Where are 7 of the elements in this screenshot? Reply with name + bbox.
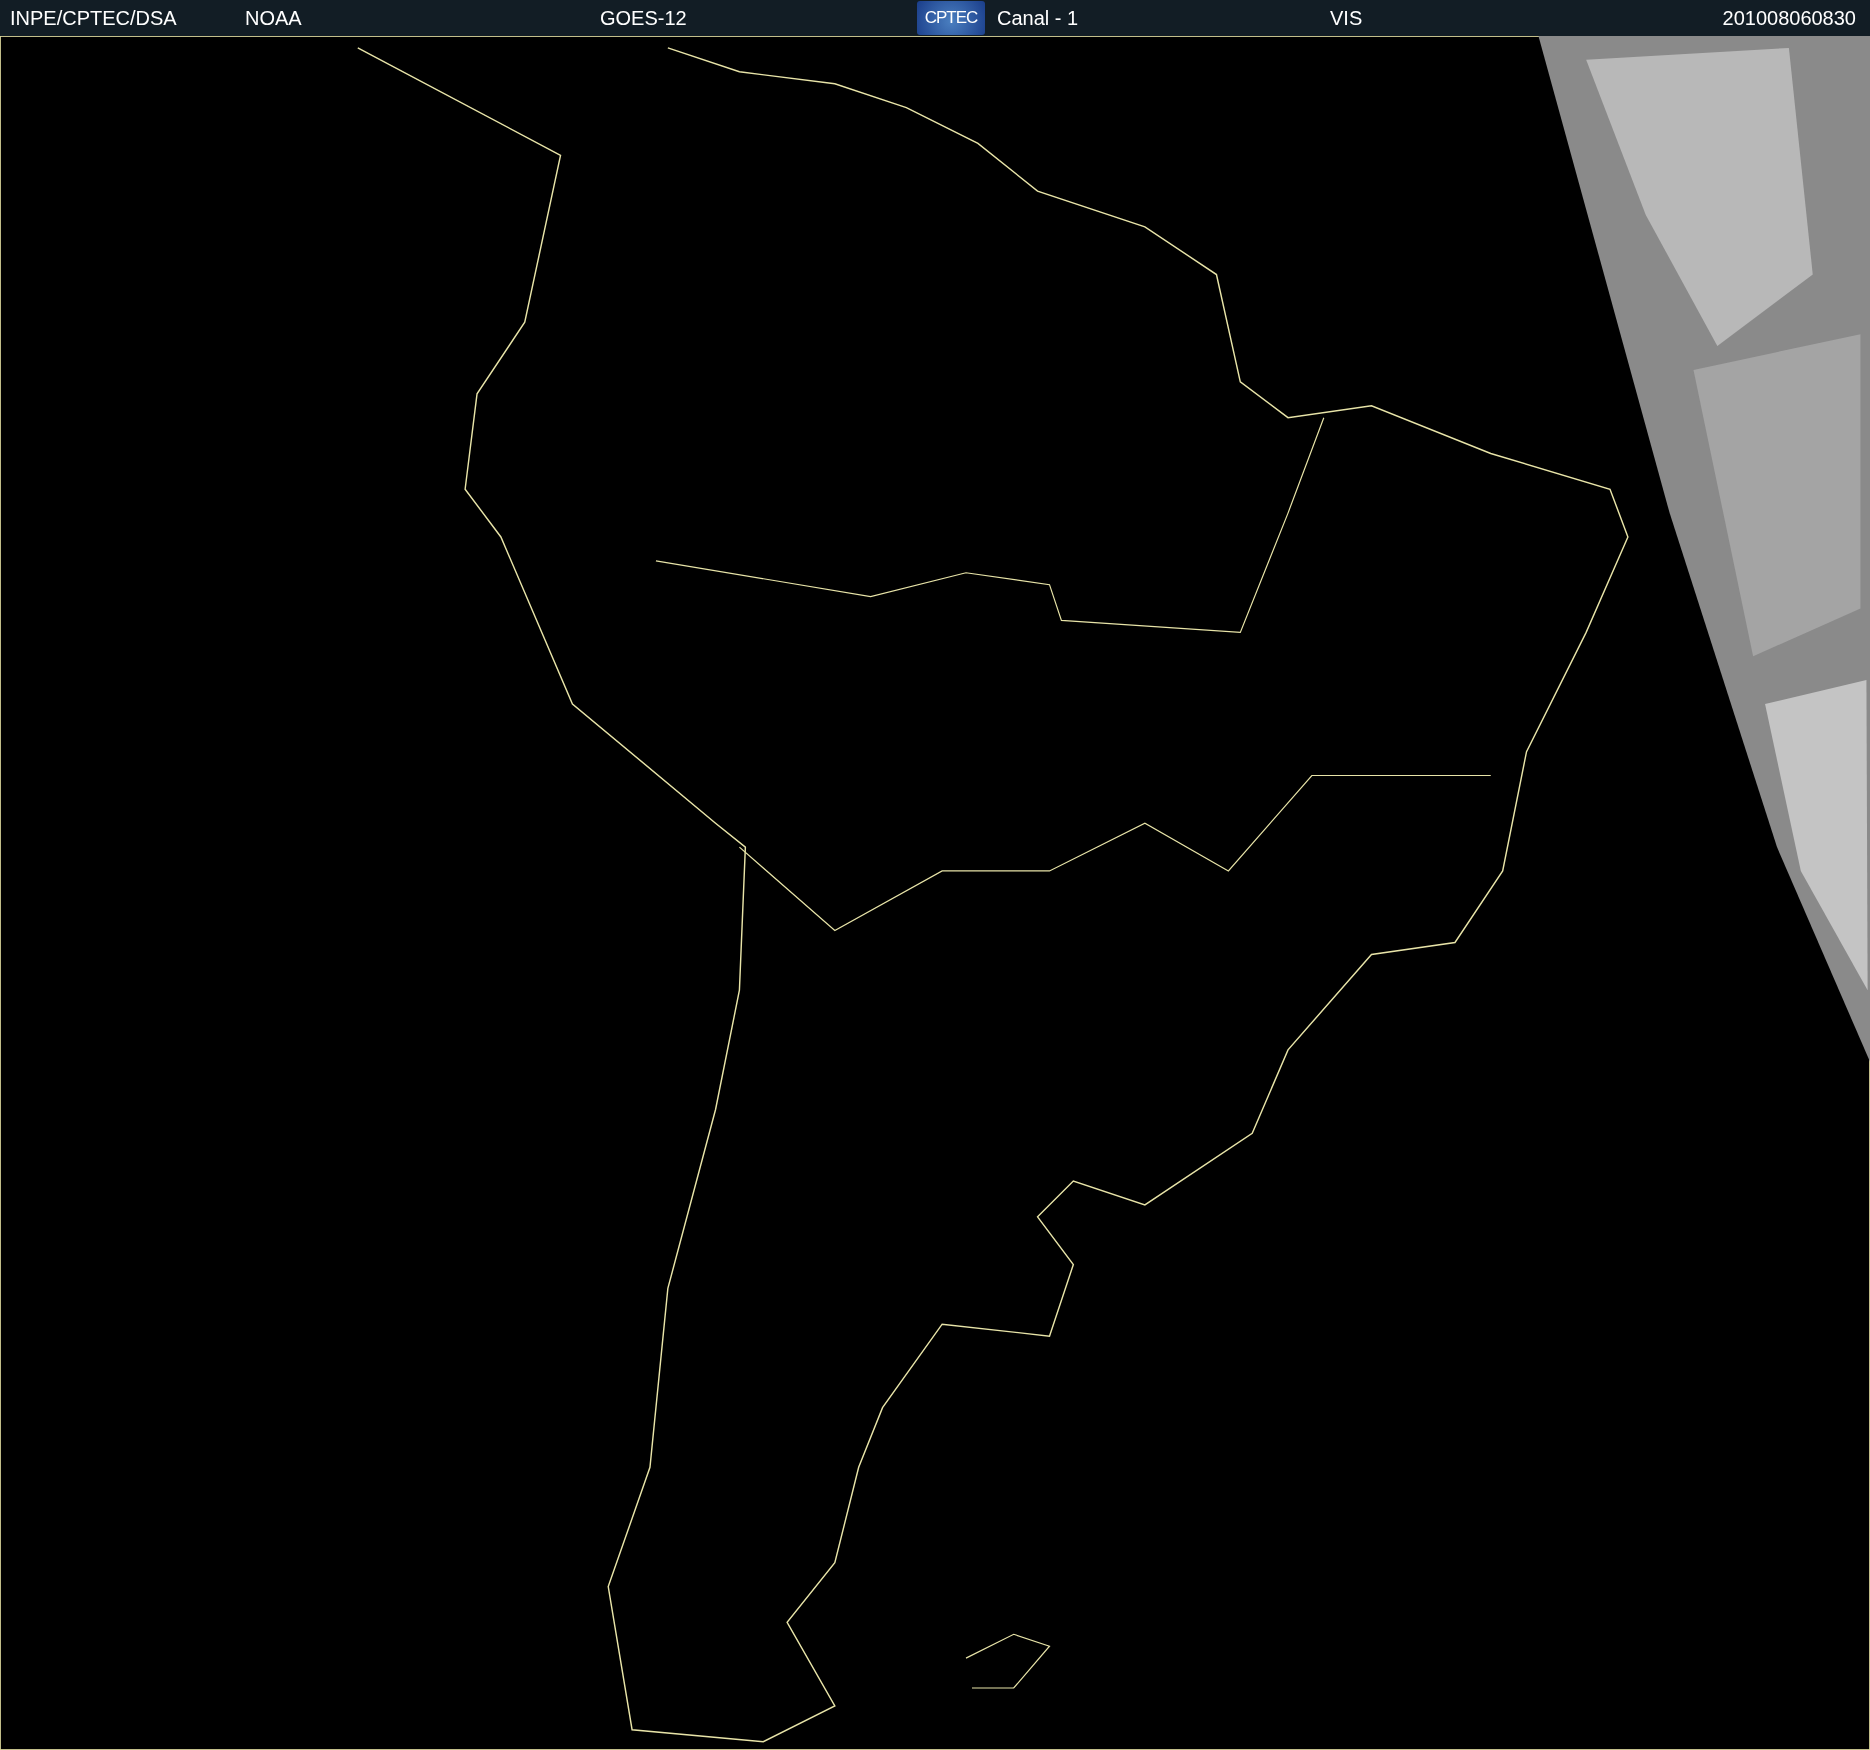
header-text: VIS [1330, 6, 1364, 30]
header-text: GOES-12 [600, 6, 688, 30]
header-text: INPE/CPTEC/DSA [10, 6, 178, 30]
logo: CPTEC [917, 1, 985, 35]
header-text: NOAA [245, 6, 303, 30]
header-text: 201008060830 [1722, 6, 1857, 30]
header-text: Canal - 1 [997, 6, 1080, 30]
